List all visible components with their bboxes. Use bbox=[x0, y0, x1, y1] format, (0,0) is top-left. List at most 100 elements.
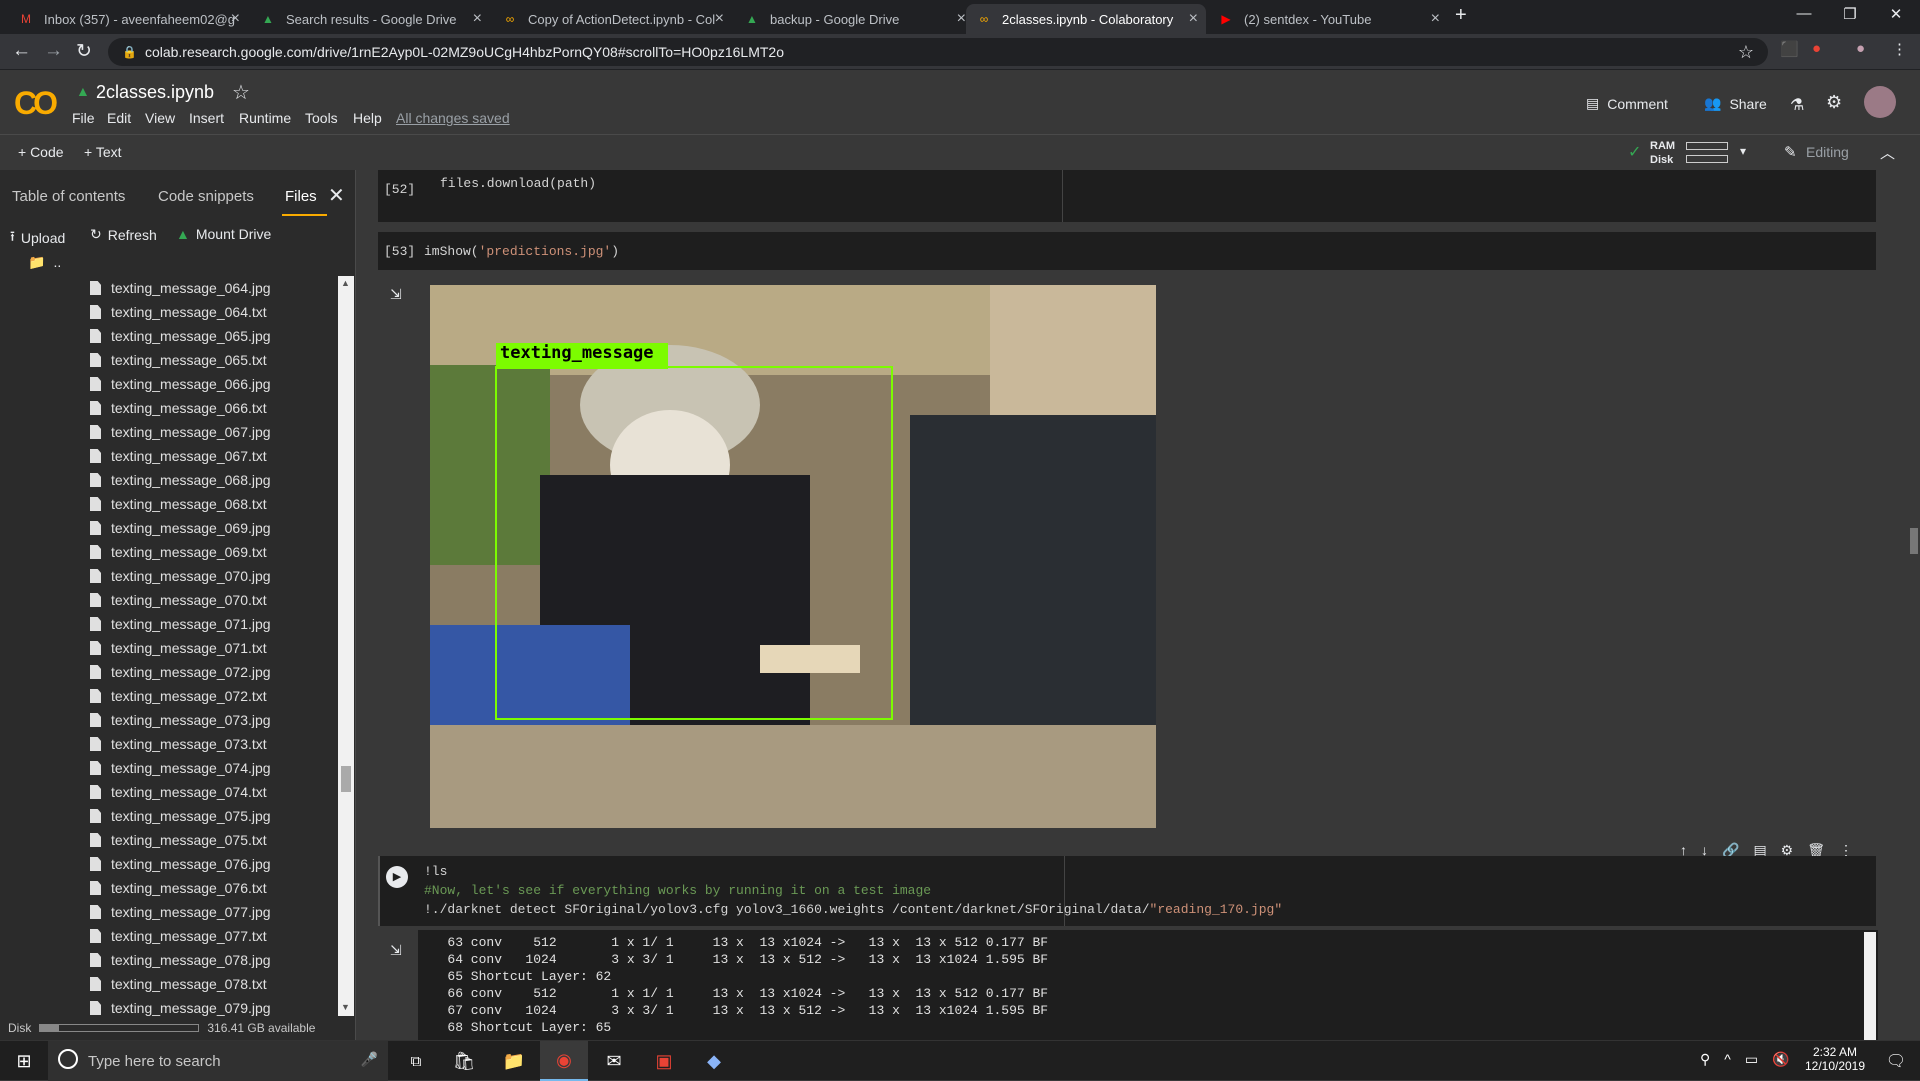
file-item[interactable]: texting_message_072.txt bbox=[0, 684, 340, 708]
file-item[interactable]: texting_message_078.jpg bbox=[0, 948, 340, 972]
close-icon[interactable]: ✕ bbox=[328, 183, 345, 208]
colab-logo[interactable]: CO bbox=[14, 85, 58, 122]
scroll-down-icon[interactable]: ▼ bbox=[341, 1002, 350, 1012]
code-line[interactable]: imShow('predictions.jpg') bbox=[424, 244, 619, 259]
volume-muted-icon[interactable]: 🔇 bbox=[1772, 1051, 1789, 1068]
notebook-scroll-thumb[interactable] bbox=[1910, 528, 1918, 554]
menu-file[interactable]: File bbox=[72, 110, 95, 126]
menu-view[interactable]: View bbox=[145, 110, 175, 126]
browser-tab-drive-backup[interactable]: ▲ backup - Google Drive × bbox=[734, 4, 974, 34]
file-item[interactable]: texting_message_075.txt bbox=[0, 828, 340, 852]
chrome-icon[interactable]: ◉ bbox=[540, 1041, 588, 1081]
menu-tools[interactable]: Tools bbox=[305, 110, 338, 126]
code-line[interactable]: files.download(path) bbox=[440, 176, 596, 191]
file-item[interactable]: texting_message_068.jpg bbox=[0, 468, 340, 492]
mount-drive-button[interactable]: ▲ Mount Drive bbox=[176, 226, 271, 242]
output-scrollbar[interactable] bbox=[1864, 932, 1876, 1040]
code-cell-active[interactable]: ▶ !ls #Now, let's see if everything work… bbox=[378, 856, 1876, 926]
file-item[interactable]: texting_message_071.txt bbox=[0, 636, 340, 660]
flask-icon[interactable]: ⚗ bbox=[1790, 95, 1804, 115]
ram-meter[interactable] bbox=[1686, 142, 1728, 150]
menu-runtime[interactable]: Runtime bbox=[239, 110, 291, 126]
file-item[interactable]: texting_message_073.txt bbox=[0, 732, 340, 756]
refresh-button[interactable]: ↻ Refresh bbox=[90, 226, 157, 243]
file-item[interactable]: texting_message_075.jpg bbox=[0, 804, 340, 828]
clock[interactable]: 2:32 AM 12/10/2019 bbox=[1800, 1045, 1870, 1073]
acrobat-icon[interactable]: ▣ bbox=[640, 1041, 688, 1081]
file-item[interactable]: texting_message_077.jpg bbox=[0, 900, 340, 924]
code-line-1[interactable]: !ls bbox=[424, 864, 447, 879]
file-item[interactable]: texting_message_078.txt bbox=[0, 972, 340, 996]
file-item[interactable]: texting_message_076.jpg bbox=[0, 852, 340, 876]
back-arrow-icon[interactable]: ← bbox=[12, 40, 31, 62]
file-item[interactable]: texting_message_065.txt bbox=[0, 348, 340, 372]
upload-button[interactable]: ⭱ Upload bbox=[10, 226, 65, 250]
task-view-icon[interactable]: ⧉ bbox=[392, 1041, 440, 1081]
file-item[interactable]: texting_message_069.jpg bbox=[0, 516, 340, 540]
close-icon[interactable]: × bbox=[715, 10, 724, 28]
run-cell-button[interactable]: ▶ bbox=[386, 866, 408, 888]
people-icon[interactable]: ⚲ bbox=[1700, 1051, 1710, 1068]
menu-edit[interactable]: Edit bbox=[107, 110, 131, 126]
file-item[interactable]: texting_message_069.txt bbox=[0, 540, 340, 564]
parent-folder[interactable]: 📁 .. bbox=[28, 254, 61, 271]
close-icon[interactable]: × bbox=[957, 10, 966, 28]
output-icon[interactable]: ⇲ bbox=[390, 286, 402, 303]
output-icon[interactable]: ⇲ bbox=[390, 942, 402, 959]
code-line-2[interactable]: #Now, let's see if everything works by r… bbox=[424, 883, 931, 898]
file-item[interactable]: texting_message_067.jpg bbox=[0, 420, 340, 444]
windows-start-icon[interactable]: ⊞ bbox=[0, 1041, 48, 1081]
tab-table-of-contents[interactable]: Table of contents bbox=[12, 188, 125, 205]
browser-tab-drive-search[interactable]: ▲ Search results - Google Drive × bbox=[250, 4, 490, 34]
network-icon[interactable]: ▭ bbox=[1745, 1051, 1758, 1068]
file-item[interactable]: texting_message_070.jpg bbox=[0, 564, 340, 588]
minimize-button[interactable]: — bbox=[1784, 5, 1824, 22]
file-item[interactable]: texting_message_076.txt bbox=[0, 876, 340, 900]
pdf-extension-icon[interactable]: ⬛ bbox=[1780, 40, 1799, 58]
restore-button[interactable]: ❐ bbox=[1830, 5, 1870, 23]
mail-icon[interactable]: ✉ bbox=[590, 1041, 638, 1081]
profile-avatar[interactable]: ● bbox=[1856, 40, 1865, 57]
disk-meter[interactable] bbox=[1686, 155, 1728, 163]
close-icon[interactable]: × bbox=[1431, 10, 1440, 28]
extension-icon[interactable]: ● bbox=[1812, 40, 1821, 57]
tab-files[interactable]: Files bbox=[285, 188, 317, 205]
app-icon[interactable]: ◆ bbox=[690, 1041, 738, 1081]
chrome-menu-icon[interactable]: ⋮ bbox=[1892, 40, 1907, 58]
close-icon[interactable]: × bbox=[1189, 10, 1198, 28]
file-item[interactable]: texting_message_071.jpg bbox=[0, 612, 340, 636]
close-icon[interactable]: × bbox=[231, 10, 240, 28]
notebook-title[interactable]: 2classes.ipynb bbox=[96, 82, 214, 103]
scrollbar-thumb[interactable] bbox=[341, 766, 351, 792]
window-close-button[interactable]: ✕ bbox=[1876, 5, 1916, 23]
file-item[interactable]: texting_message_066.jpg bbox=[0, 372, 340, 396]
star-icon[interactable]: ☆ bbox=[1738, 42, 1754, 63]
gear-icon[interactable]: ⚙ bbox=[1826, 92, 1842, 113]
code-line-3[interactable]: !./darknet detect SFOriginal/yolov3.cfg … bbox=[424, 902, 1282, 917]
file-item[interactable]: texting_message_077.txt bbox=[0, 924, 340, 948]
menu-insert[interactable]: Insert bbox=[189, 110, 224, 126]
chevron-down-icon[interactable]: ▾ bbox=[1740, 144, 1746, 158]
new-tab-button[interactable]: + bbox=[1455, 4, 1467, 27]
notification-icon[interactable]: 🗨 bbox=[1872, 1041, 1920, 1081]
code-cell-52[interactable]: [52] files.download(path) bbox=[378, 170, 1876, 222]
scroll-up-icon[interactable]: ▲ bbox=[341, 278, 350, 288]
browser-tab-colab-active[interactable]: ∞ 2classes.ipynb - Colaboratory × bbox=[966, 4, 1206, 34]
editing-mode[interactable]: Editing bbox=[1806, 144, 1849, 160]
save-status[interactable]: All changes saved bbox=[396, 110, 510, 126]
file-item[interactable]: texting_message_073.jpg bbox=[0, 708, 340, 732]
chevron-up-icon[interactable]: ︿ bbox=[1880, 142, 1895, 163]
store-icon[interactable]: 🛍 bbox=[440, 1041, 488, 1081]
file-item[interactable]: texting_message_067.txt bbox=[0, 444, 340, 468]
add-code-button[interactable]: + Code bbox=[18, 144, 64, 160]
browser-tab-colab-copy[interactable]: ∞ Copy of ActionDetect.ipynb - Col × bbox=[492, 4, 732, 34]
chevron-up-icon[interactable]: ^ bbox=[1724, 1051, 1731, 1068]
file-item[interactable]: texting_message_065.jpg bbox=[0, 324, 340, 348]
file-item[interactable]: texting_message_074.txt bbox=[0, 780, 340, 804]
file-item[interactable]: texting_message_074.jpg bbox=[0, 756, 340, 780]
file-item[interactable]: texting_message_079.jpg bbox=[0, 996, 340, 1016]
file-item[interactable]: texting_message_068.txt bbox=[0, 492, 340, 516]
comment-button[interactable]: ▤ Comment bbox=[1586, 95, 1668, 112]
menu-help[interactable]: Help bbox=[353, 110, 382, 126]
file-item[interactable]: texting_message_072.jpg bbox=[0, 660, 340, 684]
